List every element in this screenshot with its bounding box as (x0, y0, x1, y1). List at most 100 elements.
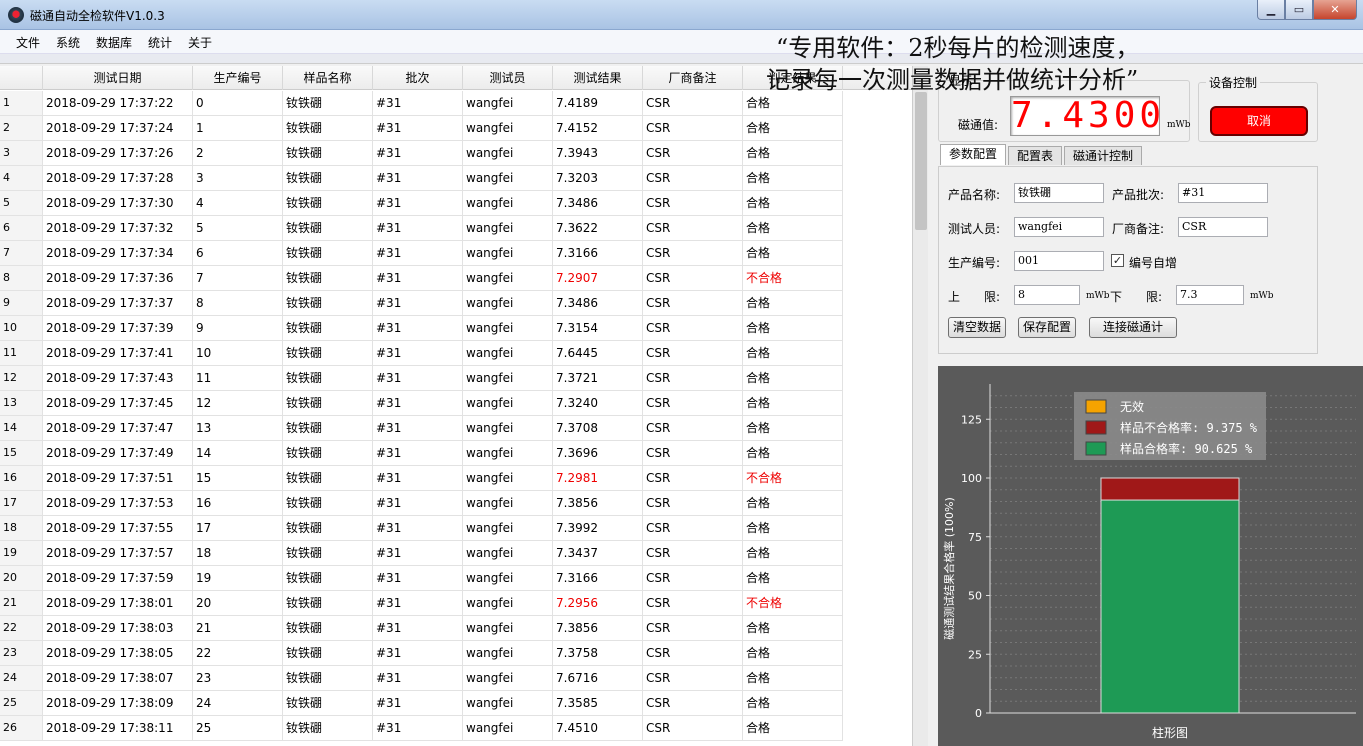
minimize-button[interactable]: ▁ (1257, 0, 1285, 20)
header-serial[interactable]: 生产编号 (193, 66, 283, 90)
header-result[interactable]: 测试结果 (553, 66, 643, 90)
table-row[interactable]: 24 2018-09-29 17:38:07 23 钕铁硼 #31 wangfei 7.67… (0, 666, 843, 691)
row-sample-name: 钕铁硼 (283, 391, 373, 416)
table-row[interactable]: 14 2018-09-29 17:37:47 13 钕铁硼 #31 wangfei 7.37… (0, 416, 843, 441)
table-row[interactable]: 17 2018-09-29 17:37:53 16 钕铁硼 #31 wangfei 7.38… (0, 491, 843, 516)
table-row[interactable]: 10 2018-09-29 17:37:39 9 钕铁硼 #31 wangfei 7.315… (0, 316, 843, 341)
table-row[interactable]: 20 2018-09-29 17:37:59 19 钕铁硼 #31 wangfei 7.31… (0, 566, 843, 591)
table-row[interactable]: 26 2018-09-29 17:38:11 25 钕铁硼 #31 wangfei 7.45… (0, 716, 843, 741)
tab-fluxmeter-control[interactable]: 磁通计控制 (1064, 146, 1143, 165)
header-sample-name[interactable]: 样品名称 (283, 66, 373, 90)
menu-system[interactable]: 系统 (56, 34, 80, 51)
results-table[interactable]: 测试日期 生产编号 样品名称 批次 测试员 测试结果 厂商备注 判定结果 1 20… (0, 66, 912, 746)
cancel-button[interactable]: 取消 (1210, 106, 1308, 136)
header-vendor-note[interactable]: 厂商备注 (643, 66, 743, 90)
lower-limit-unit: mWb (1250, 291, 1274, 301)
row-tester: wangfei (463, 166, 553, 191)
table-row[interactable]: 22 2018-09-29 17:38:03 21 钕铁硼 #31 wangfei 7.38… (0, 616, 843, 641)
upper-limit-input[interactable]: 8 (1014, 285, 1080, 305)
table-row[interactable]: 13 2018-09-29 17:37:45 12 钕铁硼 #31 wangfei 7.32… (0, 391, 843, 416)
row-sample-name: 钕铁硼 (283, 191, 373, 216)
header-date[interactable]: 测试日期 (43, 66, 193, 90)
menu-database[interactable]: 数据库 (96, 34, 132, 51)
row-batch: #31 (373, 616, 463, 641)
menu-file[interactable]: 文件 (16, 34, 40, 51)
close-button[interactable]: ✕ (1313, 0, 1357, 20)
table-row[interactable]: 9 2018-09-29 17:37:37 8 钕铁硼 #31 wangfei 7.3486… (0, 291, 843, 316)
row-index: 24 (0, 666, 43, 691)
row-index: 19 (0, 541, 43, 566)
table-row[interactable]: 8 2018-09-29 17:37:36 7 钕铁硼 #31 wangfei 7.2907… (0, 266, 843, 291)
bar-segment-0 (1100, 499, 1240, 714)
table-row[interactable]: 2 2018-09-29 17:37:24 1 钕铁硼 #31 wangfei 7.4152… (0, 116, 843, 141)
row-vendor-note: CSR (643, 191, 743, 216)
table-row[interactable]: 6 2018-09-29 17:37:32 5 钕铁硼 #31 wangfei 7.3622… (0, 216, 843, 241)
flux-display-title: 显示 (949, 74, 974, 88)
row-sample-name: 钕铁硼 (283, 241, 373, 266)
row-date: 2018-09-29 17:37:43 (43, 366, 193, 391)
row-batch: #31 (373, 541, 463, 566)
vendor-input[interactable]: CSR (1178, 217, 1268, 237)
row-index: 25 (0, 691, 43, 716)
row-tester: wangfei (463, 316, 553, 341)
tab-param-config[interactable]: 参数配置 (940, 144, 1007, 165)
row-result: 7.3203 (553, 166, 643, 191)
row-vendor-note: CSR (643, 491, 743, 516)
table-row[interactable]: 1 2018-09-29 17:37:22 0 钕铁硼 #31 wangfei 7.4189… (0, 91, 843, 116)
table-row[interactable]: 21 2018-09-29 17:38:01 20 钕铁硼 #31 wangfei 7.29… (0, 591, 843, 616)
table-row[interactable]: 5 2018-09-29 17:37:30 4 钕铁硼 #31 wangfei 7.3486… (0, 191, 843, 216)
row-serial: 8 (193, 291, 283, 316)
table-row[interactable]: 4 2018-09-29 17:37:28 3 钕铁硼 #31 wangfei 7.3203… (0, 166, 843, 191)
legend-swatch-1 (1085, 420, 1107, 435)
header-batch[interactable]: 批次 (373, 66, 463, 90)
save-config-button[interactable]: 保存配置 (1018, 317, 1076, 338)
row-serial: 1 (193, 116, 283, 141)
table-row[interactable]: 11 2018-09-29 17:37:41 10 钕铁硼 #31 wangfei 7.64… (0, 341, 843, 366)
table-row[interactable]: 3 2018-09-29 17:37:26 2 钕铁硼 #31 wangfei 7.3943… (0, 141, 843, 166)
table-row[interactable]: 12 2018-09-29 17:37:43 11 钕铁硼 #31 wangfei 7.37… (0, 366, 843, 391)
row-verdict: 合格 (743, 441, 843, 466)
lower-limit-input[interactable]: 7.3 (1176, 285, 1244, 305)
scrollbar-thumb[interactable] (915, 92, 927, 230)
title-bar[interactable]: 磁通自动全检软件V1.0.3 ▁ ▭ ✕ (0, 0, 1363, 30)
row-result: 7.3166 (553, 241, 643, 266)
row-verdict: 合格 (743, 216, 843, 241)
table-row[interactable]: 7 2018-09-29 17:37:34 6 钕铁硼 #31 wangfei 7.3166… (0, 241, 843, 266)
tester-input[interactable]: wangfei (1014, 217, 1104, 237)
batch-input[interactable]: #31 (1178, 183, 1268, 203)
serial-input[interactable]: 001 (1014, 251, 1104, 271)
row-tester: wangfei (463, 466, 553, 491)
row-vendor-note: CSR (643, 591, 743, 616)
row-date: 2018-09-29 17:37:59 (43, 566, 193, 591)
auto-increment-checkbox[interactable]: ✓ (1111, 254, 1124, 267)
menu-about[interactable]: 关于 (188, 34, 212, 51)
row-date: 2018-09-29 17:37:57 (43, 541, 193, 566)
clear-data-button[interactable]: 清空数据 (948, 317, 1006, 338)
row-batch: #31 (373, 666, 463, 691)
connect-fluxmeter-button[interactable]: 连接磁通计 (1089, 317, 1177, 338)
row-tester: wangfei (463, 291, 553, 316)
table-row[interactable]: 25 2018-09-29 17:38:09 24 钕铁硼 #31 wangfei 7.35… (0, 691, 843, 716)
menu-statistics[interactable]: 统计 (148, 34, 172, 51)
row-result: 7.2907 (553, 266, 643, 291)
row-sample-name: 钕铁硼 (283, 441, 373, 466)
header-tester[interactable]: 测试员 (463, 66, 553, 90)
row-tester: wangfei (463, 391, 553, 416)
row-date: 2018-09-29 17:38:01 (43, 591, 193, 616)
table-scrollbar[interactable] (912, 66, 928, 746)
product-name-input[interactable]: 钕铁硼 (1014, 183, 1104, 203)
row-verdict: 合格 (743, 416, 843, 441)
maximize-button[interactable]: ▭ (1285, 0, 1313, 20)
row-batch: #31 (373, 516, 463, 541)
table-row[interactable]: 19 2018-09-29 17:37:57 18 钕铁硼 #31 wangfei 7.34… (0, 541, 843, 566)
row-serial: 5 (193, 216, 283, 241)
row-result: 7.2956 (553, 591, 643, 616)
row-serial: 19 (193, 566, 283, 591)
table-row[interactable]: 16 2018-09-29 17:37:51 15 钕铁硼 #31 wangfei 7.29… (0, 466, 843, 491)
table-row[interactable]: 15 2018-09-29 17:37:49 14 钕铁硼 #31 wangfei 7.36… (0, 441, 843, 466)
table-row[interactable]: 23 2018-09-29 17:38:05 22 钕铁硼 #31 wangfei 7.37… (0, 641, 843, 666)
tab-config-table[interactable]: 配置表 (1008, 146, 1063, 165)
table-row[interactable]: 18 2018-09-29 17:37:55 17 钕铁硼 #31 wangfei 7.39… (0, 516, 843, 541)
upper-limit-label: 上 限: (948, 290, 1001, 304)
row-date: 2018-09-29 17:37:22 (43, 91, 193, 116)
